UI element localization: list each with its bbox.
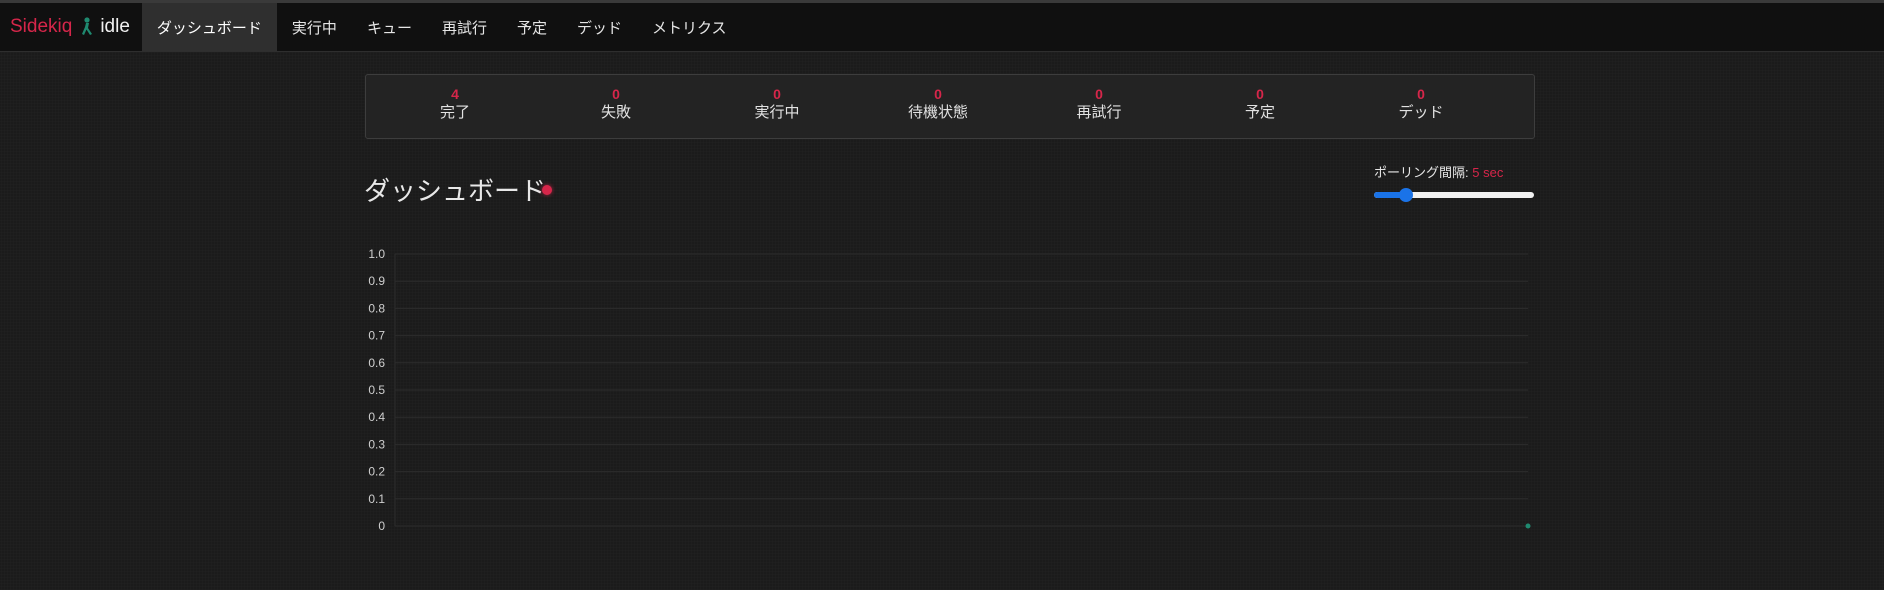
nav-queues[interactable]: キュー: [352, 3, 427, 51]
stat-dead[interactable]: 0 デッド: [1361, 85, 1481, 123]
nav-label: キュー: [366, 19, 412, 37]
nav-label: 実行中: [291, 19, 337, 37]
stat-label: 再試行: [1076, 104, 1122, 121]
stat-count: 0: [1417, 86, 1425, 102]
stat-count: 0: [612, 86, 620, 102]
stat-busy[interactable]: 0 実行中: [717, 85, 837, 123]
nav-dead[interactable]: デッド: [562, 3, 637, 51]
chart-points: [1525, 523, 1531, 529]
stat-label: 実行中: [754, 104, 800, 121]
polling-label-row: ポーリング間隔: 5 sec: [1374, 164, 1536, 182]
y-tick-label: 0.4: [368, 410, 385, 424]
stat-count: 4: [451, 86, 459, 102]
nav-scheduled[interactable]: 予定: [502, 3, 562, 51]
stat-count: 0: [1095, 86, 1103, 102]
nav-label: メトリクス: [652, 19, 727, 37]
live-beacon: [542, 185, 552, 195]
y-tick-label: 0.1: [368, 492, 385, 506]
slider-thumb[interactable]: [1399, 188, 1413, 202]
stat-label: 失敗: [600, 104, 631, 121]
polling-interval: ポーリング間隔: 5 sec: [1374, 164, 1536, 202]
polling-label: ポーリング間隔:: [1374, 165, 1469, 180]
stat-enqueued[interactable]: 0 待機状態: [878, 85, 998, 123]
brand-name: Sidekiq: [10, 16, 73, 37]
stat-processed[interactable]: 4 完了: [395, 85, 515, 123]
y-tick-label: 0.6: [368, 356, 385, 370]
page-title: ダッシュボード: [364, 176, 547, 206]
realtime-chart: 1.0 0.9 0.8 0.7 0.6 0.5 0.4 0.3 0.2 0.1 0: [368, 247, 1531, 533]
nav-dashboard[interactable]: ダッシュボード: [141, 3, 277, 51]
chart-y-ticks: 1.0 0.9 0.8 0.7 0.6 0.5 0.4 0.3 0.2 0.1 0: [368, 247, 385, 533]
sidekiq-runner-icon: [80, 17, 94, 37]
brand-status: idle: [100, 16, 130, 37]
stat-label: 予定: [1244, 104, 1275, 121]
stat-label: 待機状態: [907, 104, 968, 121]
polling-value: 5 sec: [1472, 165, 1504, 180]
nav-label: ダッシュボード: [156, 19, 262, 37]
y-tick-label: 0.2: [368, 465, 385, 479]
brand[interactable]: Sidekiq idle: [0, 3, 142, 51]
polling-slider[interactable]: [1374, 188, 1534, 202]
stat-retries[interactable]: 0 再試行: [1039, 85, 1159, 123]
nav-retries[interactable]: 再試行: [427, 3, 502, 51]
y-tick-label: 0.7: [368, 329, 385, 343]
y-tick-label: 0.8: [368, 301, 385, 315]
nav-label: デッド: [576, 19, 622, 37]
top-navbar: Sidekiq idle ダッシュボード 実行中 キュー 再試行 予定 デッド …: [0, 0, 1884, 52]
stat-label: デッド: [1398, 104, 1444, 121]
stat-scheduled[interactable]: 0 予定: [1200, 85, 1320, 123]
stat-count: 0: [934, 86, 942, 102]
stat-label: 完了: [439, 104, 470, 121]
data-point: [1525, 523, 1531, 529]
y-tick-label: 1.0: [368, 247, 385, 261]
nav-metrics[interactable]: メトリクス: [637, 3, 742, 51]
summary-bar: 4 完了 0 失敗 0 実行中 0 待機状態 0 再試行 0 予定 0 デッド: [365, 74, 1535, 139]
stat-failed[interactable]: 0 失敗: [556, 85, 676, 123]
nav-label: 予定: [516, 19, 547, 37]
y-tick-label: 0: [378, 519, 385, 533]
y-tick-label: 0.9: [368, 274, 385, 288]
stat-count: 0: [1256, 86, 1264, 102]
nav-label: 再試行: [441, 19, 487, 37]
stat-count: 0: [773, 86, 781, 102]
y-tick-label: 0.5: [368, 383, 385, 397]
y-tick-label: 0.3: [368, 437, 385, 451]
chart-grid: [394, 253, 1528, 527]
nav-busy[interactable]: 実行中: [277, 3, 352, 51]
